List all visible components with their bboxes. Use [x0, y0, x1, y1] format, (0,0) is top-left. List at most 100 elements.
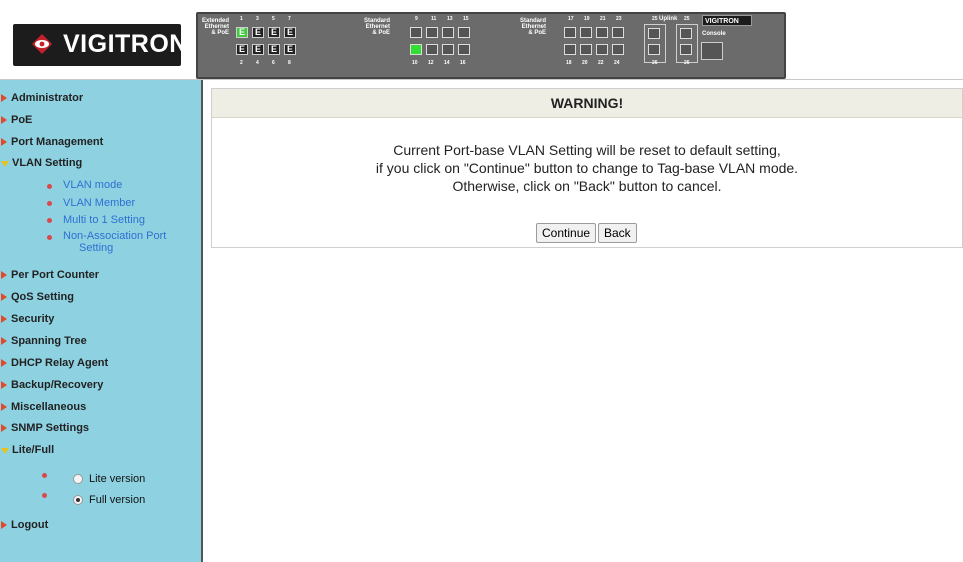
port-5[interactable] — [268, 27, 280, 38]
arrow-right-icon — [1, 271, 7, 279]
sidebar-item-label: Security — [11, 313, 55, 325]
port-num: 13 — [447, 16, 453, 22]
eye-icon — [32, 34, 52, 54]
sidebar-item-qos[interactable]: QoS Setting — [0, 288, 74, 306]
port-25b[interactable] — [680, 28, 692, 39]
full-version-radio[interactable] — [73, 495, 83, 505]
port-2[interactable] — [236, 44, 248, 55]
continue-button[interactable]: Continue — [536, 223, 597, 243]
port-8[interactable] — [284, 44, 296, 55]
uplink-num: 25 — [652, 16, 658, 22]
sidebar-item-spanning-tree[interactable]: Spanning Tree — [0, 332, 87, 350]
sidebar-item-snmp[interactable]: SNMP Settings — [0, 419, 89, 437]
vlan-sub-vlan-member[interactable]: VLAN Member — [63, 197, 135, 209]
arrow-right-icon — [1, 116, 7, 124]
port-num: 12 — [428, 60, 434, 66]
port-4[interactable] — [252, 44, 264, 55]
port-17[interactable] — [564, 27, 576, 38]
bullet-icon — [47, 235, 52, 240]
sidebar-item-label: Port Management — [11, 136, 104, 148]
port-num: 8 — [288, 60, 291, 66]
port-11[interactable] — [426, 27, 438, 38]
arrow-down-icon — [1, 159, 10, 168]
sidebar-item-miscellaneous[interactable]: Miscellaneous — [0, 398, 86, 416]
arrow-right-icon — [1, 293, 7, 301]
sidebar-item-security[interactable]: Security — [0, 310, 54, 328]
port-16[interactable] — [458, 44, 470, 55]
sidebar-item-administrator[interactable]: Administrator — [0, 89, 83, 107]
full-version-option[interactable]: Full version — [73, 494, 145, 506]
port-7[interactable] — [284, 27, 296, 38]
console-port[interactable] — [701, 42, 723, 60]
port-25[interactable] — [648, 28, 660, 39]
port-num: 18 — [566, 60, 572, 66]
port-26[interactable] — [648, 44, 660, 55]
port-num: 20 — [582, 60, 588, 66]
port-23[interactable] — [612, 27, 624, 38]
arrow-down-icon — [1, 446, 10, 455]
port-num: 17 — [568, 16, 574, 22]
sidebar-item-port-management[interactable]: Port Management — [0, 133, 103, 151]
vlan-sub-vlan-mode[interactable]: VLAN mode — [63, 179, 122, 191]
warning-line-3: Otherwise, click on "Back" button to can… — [452, 178, 722, 194]
port-num: 16 — [460, 60, 466, 66]
arrow-right-icon — [1, 94, 7, 102]
logo-badge: VIGITRON — [13, 24, 187, 66]
port-21[interactable] — [596, 27, 608, 38]
arrow-right-icon — [1, 403, 7, 411]
port-15[interactable] — [458, 27, 470, 38]
arrow-right-icon — [1, 521, 7, 529]
warning-line-1: Current Port-base VLAN Setting will be r… — [393, 142, 781, 158]
port-22[interactable] — [596, 44, 608, 55]
uplink-num: 25 — [684, 16, 690, 22]
sidebar-item-vlan-setting[interactable]: VLAN Setting — [0, 154, 82, 172]
uplink-label: Uplink — [659, 16, 678, 22]
bullet-icon — [47, 184, 52, 189]
back-button[interactable]: Back — [598, 223, 637, 243]
port-10[interactable] — [410, 44, 422, 55]
port-19[interactable] — [580, 27, 592, 38]
vlan-sub-multi-to-1[interactable]: Multi to 1 Setting — [63, 214, 145, 226]
port-20[interactable] — [580, 44, 592, 55]
port-12[interactable] — [426, 44, 438, 55]
sidebar-item-label: VLAN Setting — [12, 157, 83, 169]
port-18[interactable] — [564, 44, 576, 55]
lite-version-radio[interactable] — [73, 474, 83, 484]
sidebar-item-poe[interactable]: PoE — [0, 111, 32, 129]
brand-logo: VIGITRON — [6, 13, 193, 75]
uplink-num: 26 — [652, 60, 658, 66]
port-num: 5 — [272, 16, 275, 22]
port-9[interactable] — [410, 27, 422, 38]
port-num: 23 — [616, 16, 622, 22]
vlan-sub-non-association[interactable]: Non-Association Port — [63, 230, 166, 242]
arrow-right-icon — [1, 359, 7, 367]
port-3[interactable] — [252, 27, 264, 38]
port-num: 21 — [600, 16, 606, 22]
switch-front-panel: Extended Ethernet & PoE 1 3 5 7 2 4 6 8 … — [196, 12, 786, 79]
port-1[interactable] — [236, 27, 248, 38]
sidebar-item-per-port-counter[interactable]: Per Port Counter — [0, 266, 99, 284]
port-num: 7 — [288, 16, 291, 22]
port-26b[interactable] — [680, 44, 692, 55]
full-version-label: Full version — [89, 494, 146, 506]
port-13[interactable] — [442, 27, 454, 38]
brand-name: VIGITRON — [63, 30, 188, 58]
sidebar-item-dhcp-relay[interactable]: DHCP Relay Agent — [0, 354, 108, 372]
sidebar-item-lite-full[interactable]: Lite/Full — [0, 441, 54, 459]
vlan-sub-non-association-line2[interactable]: Setting — [79, 242, 113, 254]
port-num: 2 — [240, 60, 243, 66]
sidebar-item-backup-recovery[interactable]: Backup/Recovery — [0, 376, 103, 394]
group3-label: Standard Ethernet & PoE — [520, 18, 546, 36]
bullet-icon — [42, 473, 47, 478]
lite-version-option[interactable]: Lite version — [73, 473, 145, 485]
group3-label-line3: & PoE — [528, 30, 547, 36]
sidebar-item-label: SNMP Settings — [11, 422, 90, 434]
group2-label-line3: & PoE — [372, 30, 391, 36]
port-6[interactable] — [268, 44, 280, 55]
port-num: 6 — [272, 60, 275, 66]
sidebar-item-label: Per Port Counter — [11, 269, 100, 281]
port-24[interactable] — [612, 44, 624, 55]
sidebar-item-logout[interactable]: Logout — [0, 516, 48, 534]
port-num: 3 — [256, 16, 259, 22]
port-14[interactable] — [442, 44, 454, 55]
